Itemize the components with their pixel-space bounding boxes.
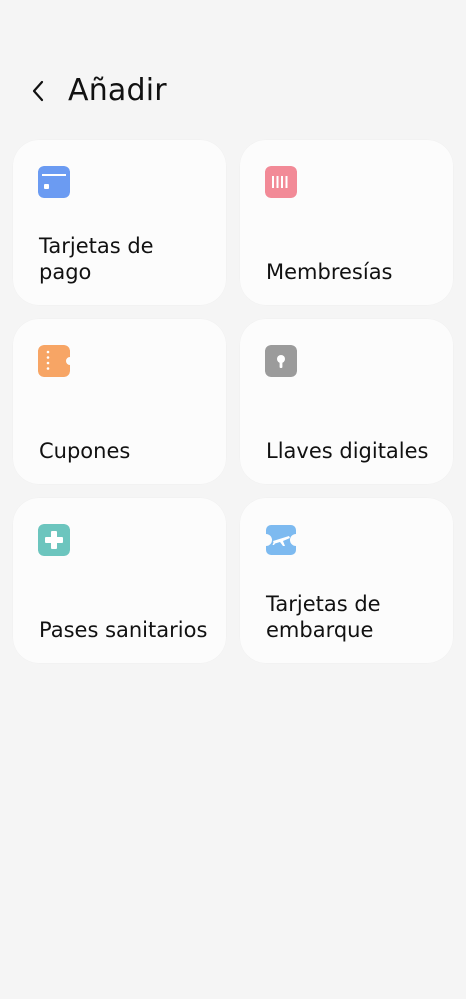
- add-options-grid: Tarjetas de pago Membresías Cupones Llav…: [13, 140, 453, 663]
- card-llaves-digitales[interactable]: Llaves digitales: [240, 319, 453, 484]
- chevron-left-icon: [32, 80, 44, 102]
- membership-barcode-icon: [265, 166, 297, 198]
- payment-card-icon: [38, 166, 70, 198]
- card-label: Pases sanitarios: [39, 618, 208, 642]
- card-tarjetas-de-embarque[interactable]: Tarjetas de embarque: [240, 498, 453, 663]
- card-label: Tarjetas de embarque: [266, 592, 381, 642]
- back-button[interactable]: [22, 74, 56, 108]
- boarding-pass-plane-icon: [266, 525, 296, 555]
- card-pases-sanitarios[interactable]: Pases sanitarios: [13, 498, 226, 663]
- card-cupones[interactable]: Cupones: [13, 319, 226, 484]
- health-cross-icon: [38, 524, 70, 556]
- card-label: Llaves digitales: [266, 439, 429, 463]
- app-header: Añadir: [0, 60, 466, 124]
- digital-key-icon: [265, 345, 297, 377]
- card-label: Cupones: [39, 439, 131, 463]
- card-tarjetas-de-pago[interactable]: Tarjetas de pago: [13, 140, 226, 305]
- card-label: Tarjetas de pago: [39, 234, 154, 284]
- card-membresias[interactable]: Membresías: [240, 140, 453, 305]
- coupon-ticket-icon: [38, 345, 70, 377]
- page-title: Añadir: [68, 73, 167, 108]
- card-label: Membresías: [266, 260, 393, 284]
